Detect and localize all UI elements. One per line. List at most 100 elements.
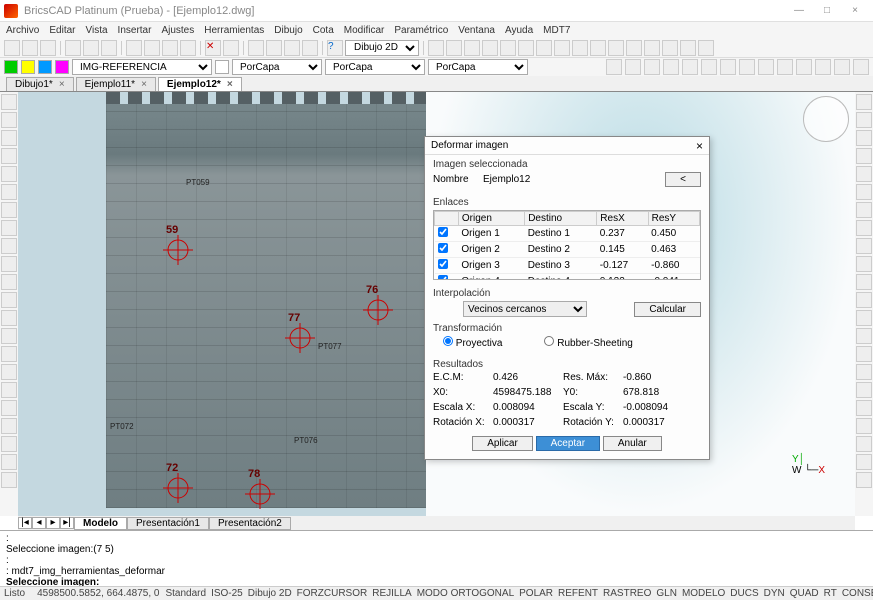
status-toggle[interactable]: MODO ORTOGONAL [417,588,514,599]
tool-m-icon[interactable] [644,40,660,56]
modify-tool-icon[interactable] [856,418,872,434]
tool-d-icon[interactable] [482,40,498,56]
modify-tool-icon[interactable] [856,202,872,218]
status-toggle[interactable]: QUAD [790,588,819,599]
layer-lock-icon[interactable] [55,60,69,74]
snap-int-icon[interactable] [701,59,717,75]
radio-projective[interactable]: Proyectiva [443,336,502,349]
doc-tab[interactable]: Ejemplo11*× [76,77,156,91]
workspace-select[interactable]: Dibujo 2D [345,40,419,56]
redo-icon[interactable] [223,40,239,56]
menu-archivo[interactable]: Archivo [6,25,39,36]
draw-tool-icon[interactable] [1,256,17,272]
tool-f-icon[interactable] [518,40,534,56]
snap-none-icon[interactable] [853,59,869,75]
draw-tool-icon[interactable] [1,328,17,344]
modify-tool-icon[interactable] [856,238,872,254]
new-icon[interactable] [4,40,20,56]
draw-tool-icon[interactable] [1,472,17,488]
modify-tool-icon[interactable] [856,328,872,344]
snap-node-icon[interactable] [663,59,679,75]
linetype-select[interactable]: PorCapa [325,59,425,75]
doc-tab[interactable]: Ejemplo12*× [158,77,242,91]
snap-cen-icon[interactable] [644,59,660,75]
paste-icon[interactable] [162,40,178,56]
tab-close-icon[interactable]: × [227,79,233,90]
status-toggle[interactable]: DUCS [730,588,758,599]
table-row[interactable]: Origen 4Destino 40.122-0.041 [435,274,700,281]
draw-tool-icon[interactable] [1,364,17,380]
copy-icon[interactable] [144,40,160,56]
draw-tool-icon[interactable] [1,238,17,254]
snap-end-icon[interactable] [606,59,622,75]
radio-rubber[interactable]: Rubber-Sheeting [544,336,632,349]
draw-tool-icon[interactable] [1,112,17,128]
snap-tan-icon[interactable] [777,59,793,75]
modify-tool-icon[interactable] [856,310,872,326]
menu-herramientas[interactable]: Herramientas [204,25,264,36]
menu-ajustes[interactable]: Ajustes [161,25,194,36]
modify-tool-icon[interactable] [856,454,872,470]
tool-k-icon[interactable] [608,40,624,56]
table-row[interactable]: Origen 3Destino 3-0.127-0.860 [435,258,700,274]
undo-icon[interactable]: ✕ [205,40,221,56]
status-toggle[interactable]: Dibujo 2D [248,588,292,599]
open-icon[interactable] [22,40,38,56]
draw-tool-icon[interactable] [1,202,17,218]
apply-button[interactable]: Aplicar [472,436,533,451]
tab-next-button[interactable]: ▸ [46,517,60,529]
draw-tool-icon[interactable] [1,274,17,290]
draw-tool-icon[interactable] [1,220,17,236]
status-toggle[interactable]: FORZCURSOR [297,588,368,599]
modify-tool-icon[interactable] [856,130,872,146]
menu-ventana[interactable]: Ventana [458,25,495,36]
row-checkbox[interactable] [438,243,448,253]
modify-tool-icon[interactable] [856,346,872,362]
draw-tool-icon[interactable] [1,166,17,182]
menu-dibujo[interactable]: Dibujo [274,25,302,36]
modify-tool-icon[interactable] [856,112,872,128]
pan-icon[interactable] [248,40,264,56]
modify-tool-icon[interactable] [856,148,872,164]
snap-ext-icon[interactable] [720,59,736,75]
save-icon[interactable] [40,40,56,56]
command-window[interactable]: : Seleccione imagen:(7 5) : : mdt7_img_h… [0,530,873,586]
snap-app-icon[interactable] [815,59,831,75]
status-toggle[interactable]: CONSEJOS [842,588,873,599]
tab-prev-button[interactable]: ◂ [32,517,46,529]
layout-tab[interactable]: Presentación2 [209,517,291,530]
tool-l-icon[interactable] [626,40,642,56]
tool-c-icon[interactable] [464,40,480,56]
snap-par-icon[interactable] [834,59,850,75]
status-toggle[interactable]: REJILLA [372,588,411,599]
tab-last-button[interactable]: ▸| [60,517,74,529]
draw-tool-icon[interactable] [1,346,17,362]
snap-ins-icon[interactable] [739,59,755,75]
modify-tool-icon[interactable] [856,382,872,398]
status-toggle[interactable]: REFENT [558,588,598,599]
menu-vista[interactable]: Vista [85,25,107,36]
zoom-icon[interactable] [266,40,282,56]
tool-a-icon[interactable] [428,40,444,56]
draw-tool-icon[interactable] [1,94,17,110]
modify-tool-icon[interactable] [856,220,872,236]
interp-select[interactable]: Vecinos cercanos [463,301,587,317]
minimize-button[interactable]: — [785,2,813,20]
links-table[interactable]: OrigenDestinoResXResYOrigen 1Destino 10.… [433,210,701,280]
doc-tab[interactable]: Dibujo1*× [6,77,74,91]
tool-b-icon[interactable] [446,40,462,56]
status-toggle[interactable]: MODELO [682,588,725,599]
command-prompt[interactable]: Seleccione imagen: [6,577,867,586]
menu-modificar[interactable]: Modificar [344,25,385,36]
status-toggle[interactable]: ISO-25 [211,588,243,599]
row-checkbox[interactable] [438,227,448,237]
maximize-button[interactable]: □ [813,2,841,20]
tool-e-icon[interactable] [500,40,516,56]
calculate-button[interactable]: Calcular [634,302,701,317]
tool-j-icon[interactable] [590,40,606,56]
modify-tool-icon[interactable] [856,400,872,416]
tool-i-icon[interactable] [572,40,588,56]
draw-tool-icon[interactable] [1,292,17,308]
layer-select[interactable]: IMG-REFERENCIA [72,59,212,75]
draw-tool-icon[interactable] [1,148,17,164]
